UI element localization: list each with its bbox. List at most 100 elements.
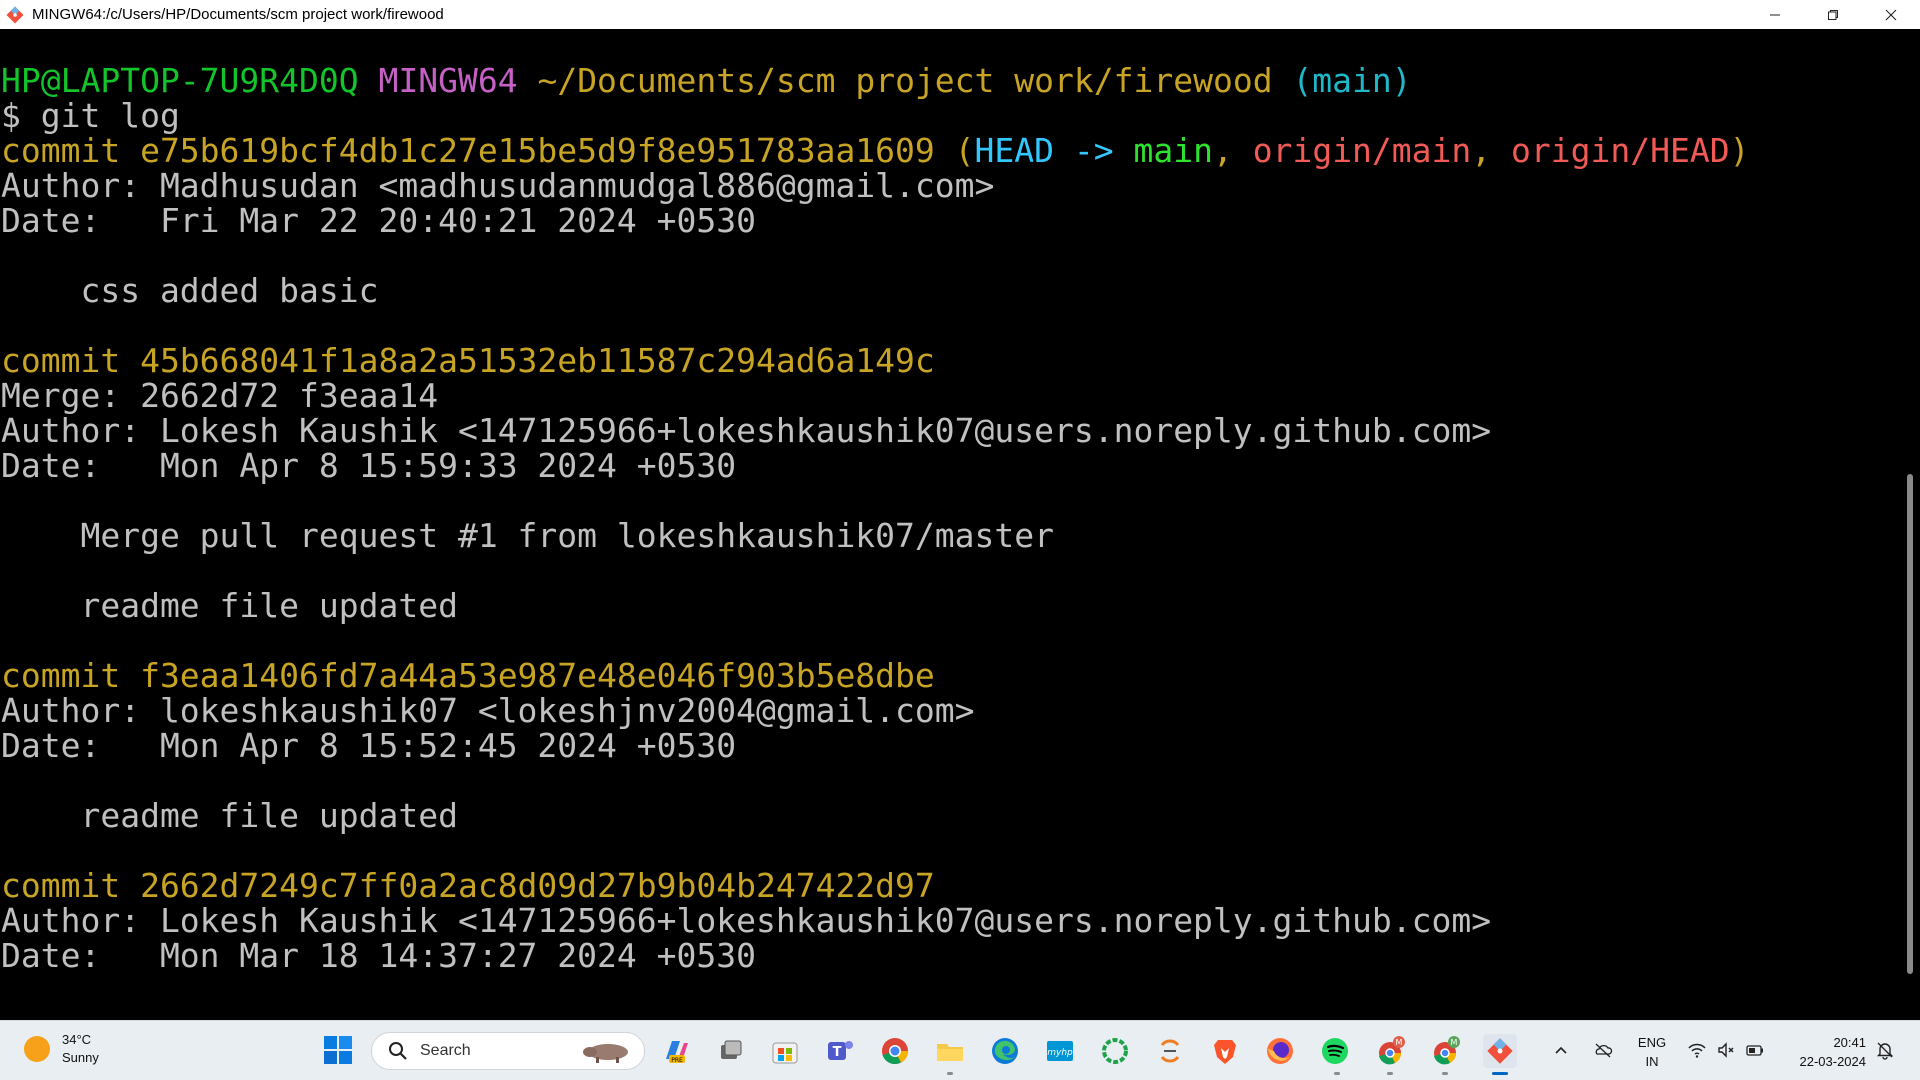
terminal-line: css added basic	[1, 273, 1749, 308]
microsoft-store-icon[interactable]	[768, 1034, 802, 1068]
notifications-bell-icon[interactable]	[1874, 1039, 1896, 1061]
teams-icon[interactable]: T	[823, 1034, 857, 1068]
terminal-output[interactable]: HP@LAPTOP-7U9R4D0Q MINGW64 ~/Documents/s…	[0, 29, 1900, 1020]
onedrive-offline-icon[interactable]	[1592, 1039, 1614, 1061]
clock-time: 20:41	[1833, 1035, 1866, 1050]
terminal-line: Author: lokeshkaushik07 <lokeshjnv2004@g…	[1, 693, 1749, 728]
terminal-text-segment: ,	[1471, 131, 1512, 170]
terminal-line: Date: Mon Apr 8 15:59:33 2024 +0530	[1, 448, 1749, 483]
speaker-muted-icon[interactable]	[1715, 1039, 1737, 1061]
terminal-line: commit f3eaa1406fd7a44a53e987e48e046f903…	[1, 658, 1749, 693]
search-placeholder: Search	[420, 1042, 471, 1059]
file-explorer-icon[interactable]	[933, 1034, 967, 1068]
terminal-text-segment: Merge pull request #1 from lokeshkaushik…	[1, 516, 1054, 555]
close-button[interactable]	[1862, 0, 1920, 29]
running-indicator	[1442, 1072, 1448, 1075]
terminal-text-segment: Date: Mon Apr 8 15:59:33 2024 +0530	[1, 446, 737, 485]
terminal-text-segment: readme file updated	[1, 586, 458, 625]
restore-icon	[1828, 9, 1838, 20]
search-icon	[388, 1041, 408, 1061]
app-orange-icon[interactable]	[1153, 1034, 1187, 1068]
windows-logo-icon	[324, 1036, 352, 1064]
terminal-scrollbar[interactable]	[1900, 29, 1920, 1020]
loading-ring-icon[interactable]	[1098, 1034, 1132, 1068]
task-view-icon[interactable]	[714, 1034, 748, 1068]
edge-icon[interactable]	[988, 1034, 1022, 1068]
start-button[interactable]	[322, 1034, 354, 1066]
language-indicator[interactable]: ENG IN	[1630, 1033, 1674, 1071]
svg-text:M: M	[1396, 1038, 1403, 1047]
terminal-line: Author: Madhusudan <madhusudanmudgal886@…	[1, 168, 1749, 203]
restore-button[interactable]	[1804, 0, 1862, 29]
chevron-up-icon[interactable]	[1550, 1039, 1572, 1061]
running-indicator	[1387, 1072, 1393, 1075]
search-highlight-image-icon	[583, 1044, 628, 1063]
terminal-lines: HP@LAPTOP-7U9R4D0Q MINGW64 ~/Documents/s…	[1, 63, 1749, 973]
copilot-icon[interactable]: PRE	[659, 1034, 693, 1068]
svg-text:M: M	[1451, 1038, 1458, 1047]
system-clock[interactable]: 20:41 22-03-2024	[1776, 1033, 1867, 1071]
terminal-text-segment: (main)	[1292, 61, 1412, 100]
terminal-line: Merge pull request #1 from lokeshkaushik…	[1, 518, 1749, 553]
chrome-profile-m-icon[interactable]: M	[1373, 1034, 1407, 1068]
terminal-text-segment: $ git log	[1, 96, 180, 135]
scrollbar-thumb[interactable]	[1907, 474, 1913, 974]
terminal-text-segment: HP@LAPTOP-7U9R4D0Q	[1, 61, 379, 100]
spotify-icon[interactable]	[1318, 1034, 1352, 1068]
terminal-text-segment: Date: Mon Apr 8 15:52:45 2024 +0530	[1, 726, 737, 765]
terminal-line: Date: Mon Mar 18 14:37:27 2024 +0530	[1, 938, 1749, 973]
taskbar-search[interactable]: Search	[371, 1032, 645, 1070]
brave-icon[interactable]	[1208, 1034, 1242, 1068]
terminal-text-segment: Author: lokeshkaushik07 <lokeshjnv2004@g…	[1, 691, 975, 730]
terminal-text-segment: main	[1133, 131, 1213, 170]
window-titlebar[interactable]: MINGW64:/c/Users/HP/Documents/scm projec…	[0, 0, 1920, 29]
running-indicator	[947, 1072, 953, 1075]
myhp-icon[interactable]: myhp	[1043, 1034, 1077, 1068]
weather-condition: Sunny	[62, 1050, 99, 1065]
terminal-text-segment: Merge: 2662d72 f3eaa14	[1, 376, 439, 415]
close-icon	[1885, 9, 1897, 20]
terminal-text-segment: Date: Mon Mar 18 14:37:27 2024 +0530	[1, 936, 756, 975]
active-indicator	[1492, 1072, 1508, 1075]
terminal-line: Author: Lokesh Kaushik <147125966+lokesh…	[1, 413, 1749, 448]
minimize-button[interactable]	[1746, 0, 1804, 29]
battery-icon[interactable]	[1744, 1039, 1766, 1061]
terminal-line: readme file updated	[1, 588, 1749, 623]
terminal-line: $ git log	[1, 98, 1749, 133]
terminal-text-segment: Author: Lokesh Kaushik <147125966+lokesh…	[1, 411, 1492, 450]
svg-text:PRE: PRE	[671, 1057, 683, 1064]
terminal-text-segment: commit f3eaa1406fd7a44a53e987e48e046f903…	[1, 656, 935, 695]
terminal-line: Date: Fri Mar 22 20:40:21 2024 +0530	[1, 203, 1749, 238]
terminal-text-segment: commit e75b619bcf4db1c27e15be5d9f8e95178…	[1, 131, 955, 170]
terminal-text-segment: Date: Fri Mar 22 20:40:21 2024 +0530	[1, 201, 756, 240]
clock-date: 22-03-2024	[1799, 1054, 1867, 1069]
wifi-icon[interactable]	[1686, 1039, 1708, 1061]
svg-text:myhp: myhp	[1047, 1048, 1073, 1058]
terminal-text-segment: ,	[1212, 131, 1253, 170]
taskbar: 34°C Sunny Search PRE T myhp M M ENG IN …	[0, 1020, 1920, 1080]
running-indicator	[1334, 1072, 1340, 1075]
terminal-text-segment: css added basic	[1, 271, 379, 310]
terminal-text-segment: origin/main	[1252, 131, 1472, 170]
weather-temperature: 34°C	[62, 1032, 92, 1047]
firefox-icon[interactable]	[1263, 1034, 1297, 1068]
git-bash-taskbar-icon[interactable]	[1483, 1034, 1517, 1068]
weather-widget[interactable]: 34°C Sunny	[24, 1031, 99, 1067]
terminal-text-segment: Author: Lokesh Kaushik <147125966+lokesh…	[1, 901, 1492, 940]
terminal-text-segment: commit 45b668041f1a8a2a51532eb11587c294a…	[1, 341, 935, 380]
chrome-profile-m2-icon[interactable]: M	[1428, 1034, 1462, 1068]
region-code: IN	[1645, 1054, 1659, 1069]
terminal-line: Date: Mon Apr 8 15:52:45 2024 +0530	[1, 728, 1749, 763]
terminal-text-segment: commit 2662d7249c7ff0a2ac8d09d27b9b04b24…	[1, 866, 935, 905]
chrome-icon[interactable]	[878, 1034, 912, 1068]
git-bash-icon	[6, 6, 24, 24]
svg-text:T: T	[833, 1045, 842, 1060]
terminal-line: commit 45b668041f1a8a2a51532eb11587c294a…	[1, 343, 1749, 378]
terminal-text-segment: )	[1729, 131, 1750, 170]
